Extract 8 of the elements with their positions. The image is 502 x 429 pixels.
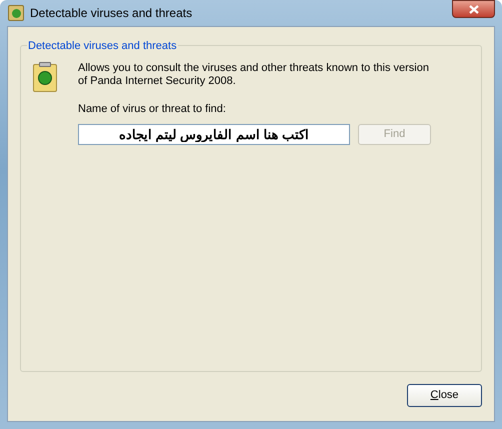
close-icon xyxy=(468,4,478,14)
window-title: Detectable viruses and threats xyxy=(30,5,194,22)
app-icon xyxy=(8,5,24,21)
close-dialog-button[interactable]: Close xyxy=(407,384,482,407)
clipboard-icon xyxy=(33,64,57,92)
close-button[interactable] xyxy=(452,0,495,18)
field-label: Name of virus or threat to find: xyxy=(78,102,227,117)
description-text: Allows you to consult the viruses and other threats known to this version of Panda Internet Security 2008. xyxy=(78,62,430,88)
